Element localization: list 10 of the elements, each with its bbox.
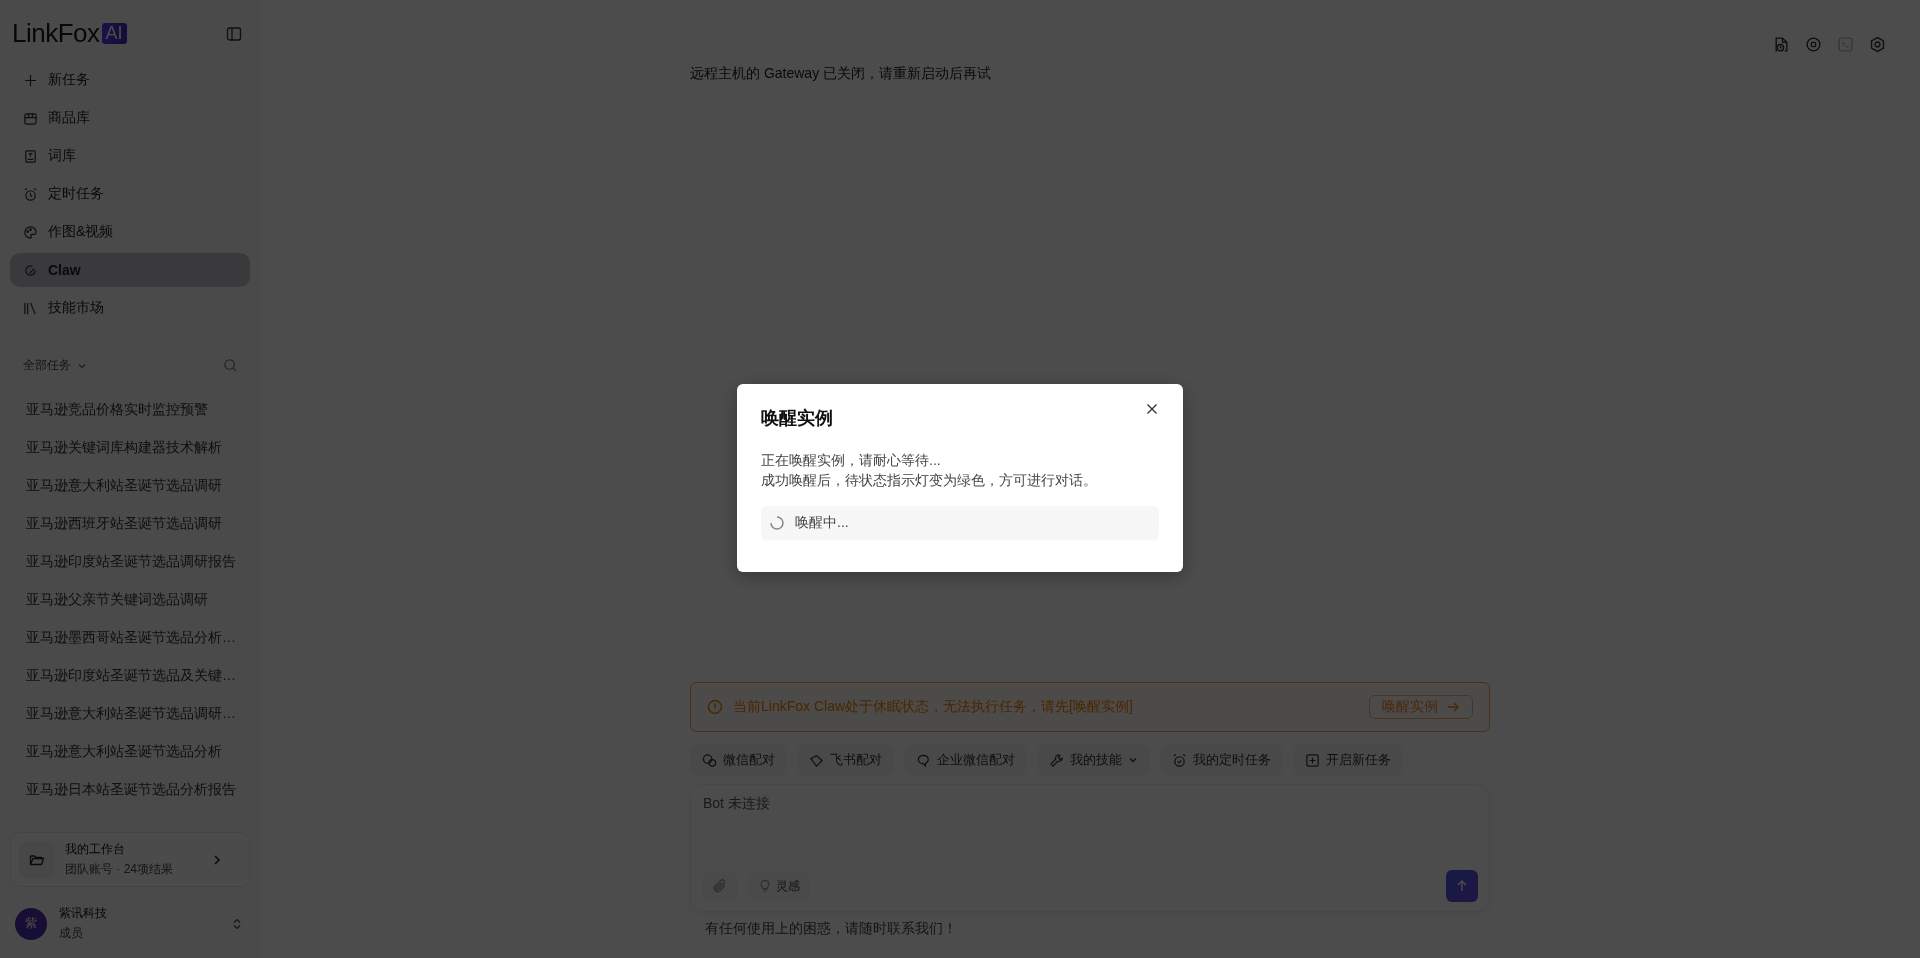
modal-text: 正在唤醒实例，请耐心等待... (761, 452, 942, 470)
workspace-title: 我的工作台 (65, 841, 126, 858)
spinner-icon (769, 515, 785, 531)
modal-text: 成功唤醒后，待状态指示灯变为绿色，方可进行对话。 (761, 472, 1098, 490)
close-icon[interactable] (1145, 402, 1159, 416)
user-name: 紫讯科技 (59, 905, 108, 922)
status-text: 唤醒中... (795, 514, 849, 532)
error-message: 远程主机的 Gateway 已关闭，请重新启动后再试 (690, 65, 993, 83)
warning-text: 当前LinkFox Claw处于休眠状态，无法执行任务，请先[唤醒实例] (733, 698, 1134, 716)
modal-title: 唤醒实例 (761, 407, 833, 430)
